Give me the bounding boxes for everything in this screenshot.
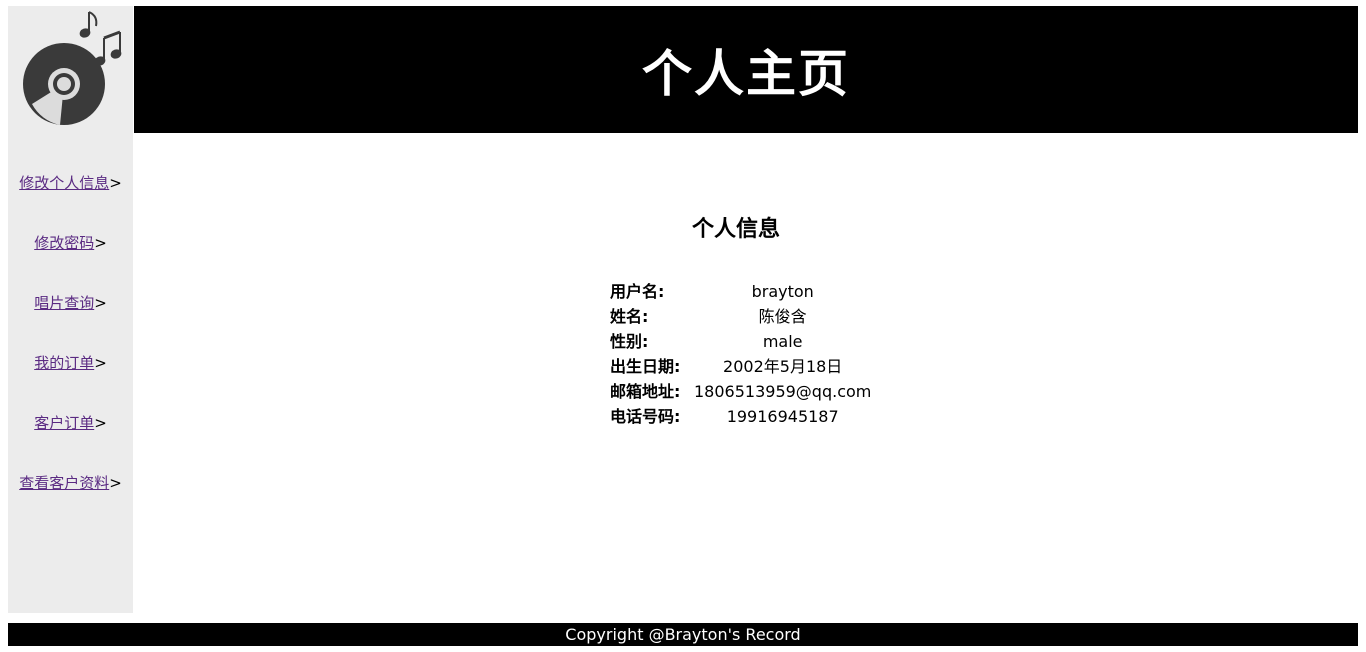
- sidebar-link-change-password[interactable]: 修改密码: [34, 234, 94, 252]
- sidebar-item-change-password: 修改密码>: [8, 233, 133, 253]
- page-footer: Copyright @Brayton's Record: [8, 623, 1358, 646]
- sidebar-link-record-search[interactable]: 唱片查询: [34, 294, 94, 312]
- info-label: 电话号码:: [610, 407, 681, 426]
- sidebar-item-my-orders: 我的订单>: [8, 353, 133, 373]
- info-label: 用户名:: [610, 282, 665, 301]
- info-row-username: 用户名: brayton: [610, 279, 871, 304]
- profile-info-table: 用户名: brayton 姓名: 陈俊含 性别: male 出生日期: 2002…: [610, 279, 871, 429]
- sidebar-item-customer-orders: 客户订单>: [8, 413, 133, 433]
- info-row-email: 邮箱地址: 1806513959@qq.com: [610, 379, 871, 404]
- info-value: brayton: [751, 282, 814, 301]
- info-row-birthdate: 出生日期: 2002年5月18日: [610, 354, 871, 379]
- logo-area: [8, 6, 133, 133]
- info-value: male: [762, 332, 803, 351]
- page-frame: 个人主页 修改个人信息> 修改密码> 唱片查询> 我的订单> 客户订单> 查看客…: [8, 6, 1358, 646]
- sidebar-item-edit-profile: 修改个人信息>: [8, 173, 133, 193]
- info-value: 2002年5月18日: [723, 357, 843, 376]
- copyright-text: Copyright @Brayton's Record: [565, 625, 801, 644]
- vinyl-record-logo-icon: [23, 11, 122, 125]
- info-row-name: 姓名: 陈俊含: [610, 304, 871, 329]
- sidebar-link-my-orders[interactable]: 我的订单: [34, 354, 94, 372]
- sidebar-link-customer-info[interactable]: 查看客户资料: [19, 474, 109, 492]
- info-label: 性别:: [610, 332, 649, 351]
- sidebar-item-record-search: 唱片查询>: [8, 293, 133, 313]
- info-value: 1806513959@qq.com: [694, 382, 872, 401]
- info-row-gender: 性别: male: [610, 329, 871, 354]
- sidebar-arrow: >: [109, 174, 122, 192]
- sidebar-arrow: >: [94, 354, 107, 372]
- info-label: 出生日期:: [610, 357, 681, 376]
- sidebar-link-edit-profile[interactable]: 修改个人信息: [19, 174, 109, 192]
- info-row-phone: 电话号码: 19916945187: [610, 404, 871, 429]
- sidebar: 修改个人信息> 修改密码> 唱片查询> 我的订单> 客户订单> 查看客户资料>: [8, 133, 133, 613]
- sidebar-arrow: >: [109, 474, 122, 492]
- sidebar-arrow: >: [94, 294, 107, 312]
- sidebar-item-customer-info: 查看客户资料>: [8, 473, 133, 493]
- info-value: 19916945187: [726, 407, 839, 426]
- page-title: 个人主页: [642, 44, 850, 103]
- page-header: 个人主页: [134, 6, 1358, 133]
- sidebar-arrow: >: [94, 234, 107, 252]
- main-content: 个人信息 用户名: brayton 姓名: 陈俊含 性别: male 出生日期:…: [134, 133, 1358, 613]
- sidebar-link-customer-orders[interactable]: 客户订单: [34, 414, 94, 432]
- info-value: 陈俊含: [758, 307, 807, 326]
- section-title: 个人信息: [691, 217, 780, 242]
- sidebar-arrow: >: [94, 414, 107, 432]
- info-label: 姓名:: [610, 307, 649, 326]
- info-label: 邮箱地址:: [610, 382, 681, 401]
